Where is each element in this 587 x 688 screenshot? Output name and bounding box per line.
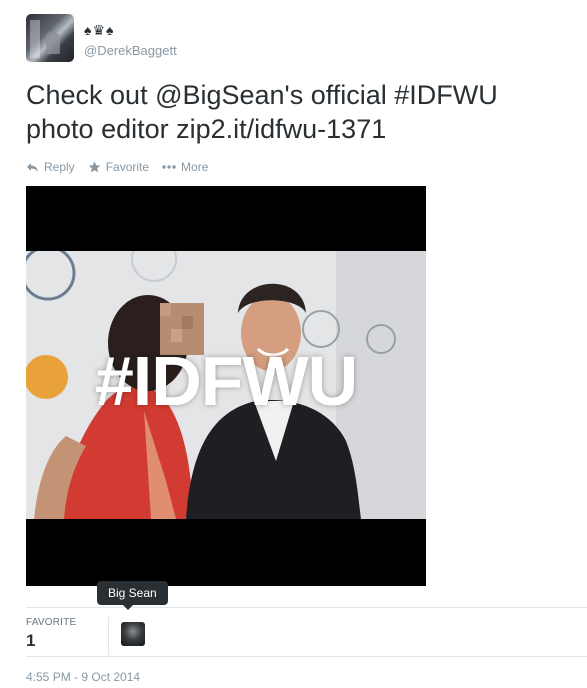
- tweet-text-line-1: Check out @BigSean's official #IDFWU: [26, 80, 498, 110]
- favorite-button[interactable]: Favorite: [88, 160, 149, 174]
- photo-caption-overlay: #IDFWU: [94, 342, 358, 420]
- tweet-text-line-2: photo editor zip2.it/idfwu-1371: [26, 114, 387, 144]
- author-avatar[interactable]: [26, 14, 74, 62]
- more-button[interactable]: More: [162, 160, 208, 174]
- author-handle[interactable]: @DerekBaggett: [84, 43, 177, 58]
- star-icon: [88, 161, 100, 173]
- reply-icon: [27, 162, 38, 172]
- tweet-actions: Reply Favorite More: [26, 160, 221, 174]
- user-tooltip: Big Sean: [97, 581, 168, 610]
- favoriter-avatar[interactable]: [121, 622, 145, 646]
- tweet-timestamp[interactable]: 4:55 PM - 9 Oct 2014: [26, 670, 140, 684]
- favorite-stat-label: FAVORITE: [26, 617, 77, 628]
- tweet-stats: FAVORITE 1: [26, 607, 587, 657]
- photo-scene: #IDFWU: [26, 251, 426, 519]
- tweet-photo[interactable]: #IDFWU: [26, 186, 426, 586]
- favorite-stat-count: 1: [26, 631, 36, 650]
- author-name[interactable]: ♠♛♠: [84, 23, 114, 37]
- more-dots-icon: [162, 165, 176, 169]
- more-label: More: [181, 160, 209, 174]
- reply-button[interactable]: Reply: [26, 160, 75, 174]
- avatar-figure: [46, 32, 60, 54]
- favorite-stat[interactable]: FAVORITE 1: [26, 617, 109, 655]
- favorite-label: Favorite: [105, 160, 150, 174]
- tweet-text: Check out @BigSean's official #IDFWU pho…: [26, 78, 566, 146]
- avatar-highlight: [30, 20, 40, 58]
- reply-label: Reply: [44, 160, 75, 174]
